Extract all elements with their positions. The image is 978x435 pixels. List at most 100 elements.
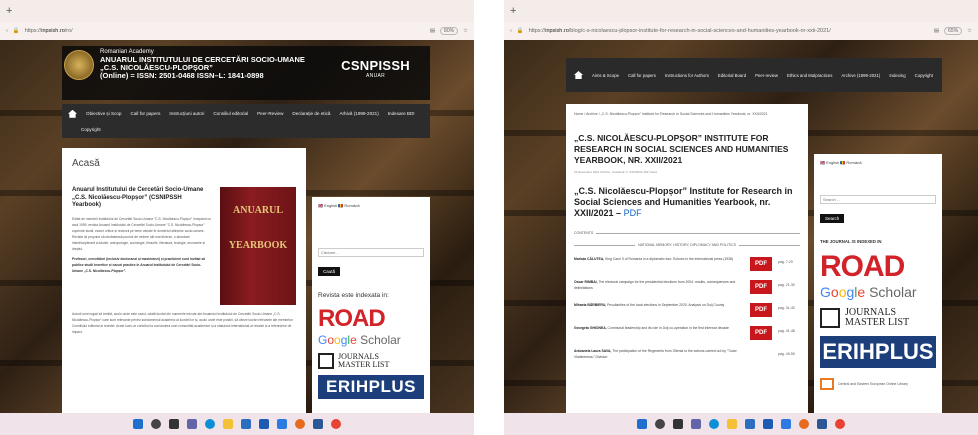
app-icon[interactable] [781, 419, 791, 429]
indexed-heading: Revista este indexata in: [318, 292, 389, 299]
chrome-icon[interactable] [835, 419, 845, 429]
main-nav: Obiective și Scop Call for papers Instru… [62, 104, 430, 138]
address-bar[interactable]: ‹ 🔒 https://inpsish.ro/blog/c-s-nicolaes… [504, 22, 978, 40]
nav-item[interactable]: Declarație de etică [292, 111, 330, 116]
new-tab-button[interactable]: + [6, 5, 12, 17]
erihplus-logo[interactable]: ERIHPLUS [318, 375, 424, 399]
nav-item[interactable]: Obiective și Scop [86, 111, 122, 116]
file-explorer-icon[interactable] [223, 419, 233, 429]
home-icon[interactable] [574, 71, 583, 79]
erihplus-logo[interactable]: ERIHPLUS [820, 336, 936, 368]
journals-master-list-logo[interactable]: JOURNALS MASTER LIST [820, 308, 936, 328]
home-icon[interactable] [68, 109, 77, 118]
brand-title: CSNPISSH ANUAR [341, 58, 410, 79]
main-content: Acasă Anuarul Institutului de Cercetări … [62, 148, 306, 413]
edge-icon[interactable] [709, 419, 719, 429]
google-scholar-logo[interactable]: Google Scholar [318, 333, 424, 347]
journals-master-list-logo[interactable]: JOURNALS MASTER LIST [318, 353, 424, 369]
nav-item[interactable]: Call for papers [628, 73, 656, 78]
nav-item[interactable]: Editorial Board [718, 73, 746, 78]
address-bar[interactable]: ‹ 🔒 https://inpsish.ro/ro/ ▤ 80% ☆ [0, 22, 474, 40]
google-scholar-logo[interactable]: Google Scholar [820, 284, 936, 300]
back-icon[interactable]: ‹ [510, 28, 512, 34]
page-title: Acasă [72, 158, 100, 169]
contents-divider: CONTENTS [574, 231, 800, 235]
pdf-icon[interactable]: PDF [750, 280, 772, 294]
article-row: Mihaela BĂRBIERU, Peculiarities of the l… [574, 303, 800, 317]
nav-item[interactable]: Indexing [889, 73, 905, 78]
new-tab-button[interactable]: + [510, 5, 516, 17]
nav-item[interactable]: Call for papers [131, 111, 161, 116]
browser-window-right: + ‹ 🔒 https://inpsish.ro/blog/c-s-nicola… [504, 0, 978, 435]
search-button[interactable]: Caută [318, 267, 341, 276]
url-text[interactable]: https://inpsish.ro/ro/ [25, 28, 425, 34]
taskbar [0, 413, 474, 435]
zoom-indicator[interactable]: 65% [944, 27, 963, 35]
nav-item[interactable]: Peer-Review [257, 111, 283, 116]
windows-start-icon[interactable] [637, 419, 647, 429]
file-explorer-icon[interactable] [727, 419, 737, 429]
store-icon[interactable] [241, 419, 251, 429]
chat-icon[interactable] [691, 419, 701, 429]
taskbar [504, 413, 978, 435]
bookmark-star-icon[interactable]: ☆ [967, 28, 972, 34]
nav-item[interactable]: Archive (1999-2021) [841, 73, 880, 78]
pdf-icon[interactable]: PDF [750, 257, 772, 271]
taskview-icon[interactable] [169, 419, 179, 429]
edge-icon[interactable] [205, 419, 215, 429]
search-input[interactable] [820, 195, 936, 204]
page-range: pag. 7-20 [778, 260, 793, 264]
word-icon[interactable] [313, 419, 323, 429]
nav-item[interactable]: Indexare BDI [388, 111, 415, 116]
institute-logo[interactable] [64, 50, 94, 80]
article-row: Oscar RIMBAI, The electoral campaign for… [574, 280, 800, 294]
ceeol-logo[interactable]: Central and Eastern European Online Libr… [820, 378, 936, 390]
nav-item[interactable]: Arhivă (1999-2021) [339, 111, 378, 116]
url-text[interactable]: https://inpsish.ro/blog/c-s-nicolaescu-p… [529, 28, 929, 34]
article-row: Antoanela Laura SAVA, The participation … [574, 349, 800, 360]
taskview-icon[interactable] [673, 419, 683, 429]
nav-item[interactable]: Copyright [81, 127, 101, 132]
post-meta: 10 December 2021 Archive, Yearbook nr. X… [574, 170, 658, 174]
language-switcher[interactable]: 🇬🇧 English 🇷🇴 Română [820, 160, 936, 165]
breadcrumb[interactable]: Home / Archive / „C.S. Nicolăescu-Plopșo… [574, 112, 800, 117]
back-icon[interactable]: ‹ [6, 28, 8, 34]
nav-item[interactable]: Instructions for Authors [665, 73, 709, 78]
nav-item[interactable]: Instrucțiuni autori [169, 111, 204, 116]
chrome-icon[interactable] [331, 419, 341, 429]
reader-icon[interactable]: ▤ [934, 28, 939, 34]
nav-item[interactable]: Ethics and Malpractices [787, 73, 832, 78]
search-icon[interactable] [151, 419, 161, 429]
firefox-icon[interactable] [799, 419, 809, 429]
road-logo[interactable]: ROAD [318, 307, 424, 331]
windows-start-icon[interactable] [133, 419, 143, 429]
nav-item[interactable]: Consiliul editorial [213, 111, 248, 116]
nav-item[interactable]: Peer-review [755, 73, 778, 78]
page-range: pag. 31-40 [778, 306, 795, 310]
tab-bar: + [0, 0, 474, 22]
mail-icon[interactable] [763, 419, 773, 429]
chat-icon[interactable] [187, 419, 197, 429]
firefox-icon[interactable] [295, 419, 305, 429]
yearbook-subtitle: „C.S. Nicolăescu-Plopșor” Institute for … [574, 186, 793, 218]
page-range: pag. 41-48 [778, 329, 795, 333]
search-button[interactable]: Search [820, 214, 845, 223]
zoom-indicator[interactable]: 80% [440, 27, 459, 35]
pdf-icon[interactable]: PDF [750, 326, 772, 340]
reader-icon[interactable]: ▤ [430, 28, 435, 34]
main-content: Home / Archive / „C.S. Nicolăescu-Plopșo… [566, 104, 808, 413]
intro-paragraph: Editat de membrii Institutului de Cercet… [72, 216, 212, 251]
store-icon[interactable] [745, 419, 755, 429]
nav-item[interactable]: Copyright [915, 73, 933, 78]
search-icon[interactable] [655, 419, 665, 429]
bookmark-star-icon[interactable]: ☆ [463, 28, 468, 34]
search-input[interactable] [318, 248, 424, 257]
nav-item[interactable]: Aims & Scope [592, 73, 619, 78]
pdf-link[interactable]: PDF [624, 208, 642, 218]
mail-icon[interactable] [259, 419, 269, 429]
pdf-icon[interactable]: PDF [750, 303, 772, 317]
app-icon[interactable] [277, 419, 287, 429]
word-icon[interactable] [817, 419, 827, 429]
road-logo[interactable]: ROAD [820, 252, 936, 282]
language-switcher[interactable]: 🇬🇧 English 🇷🇴 Română [318, 203, 424, 208]
